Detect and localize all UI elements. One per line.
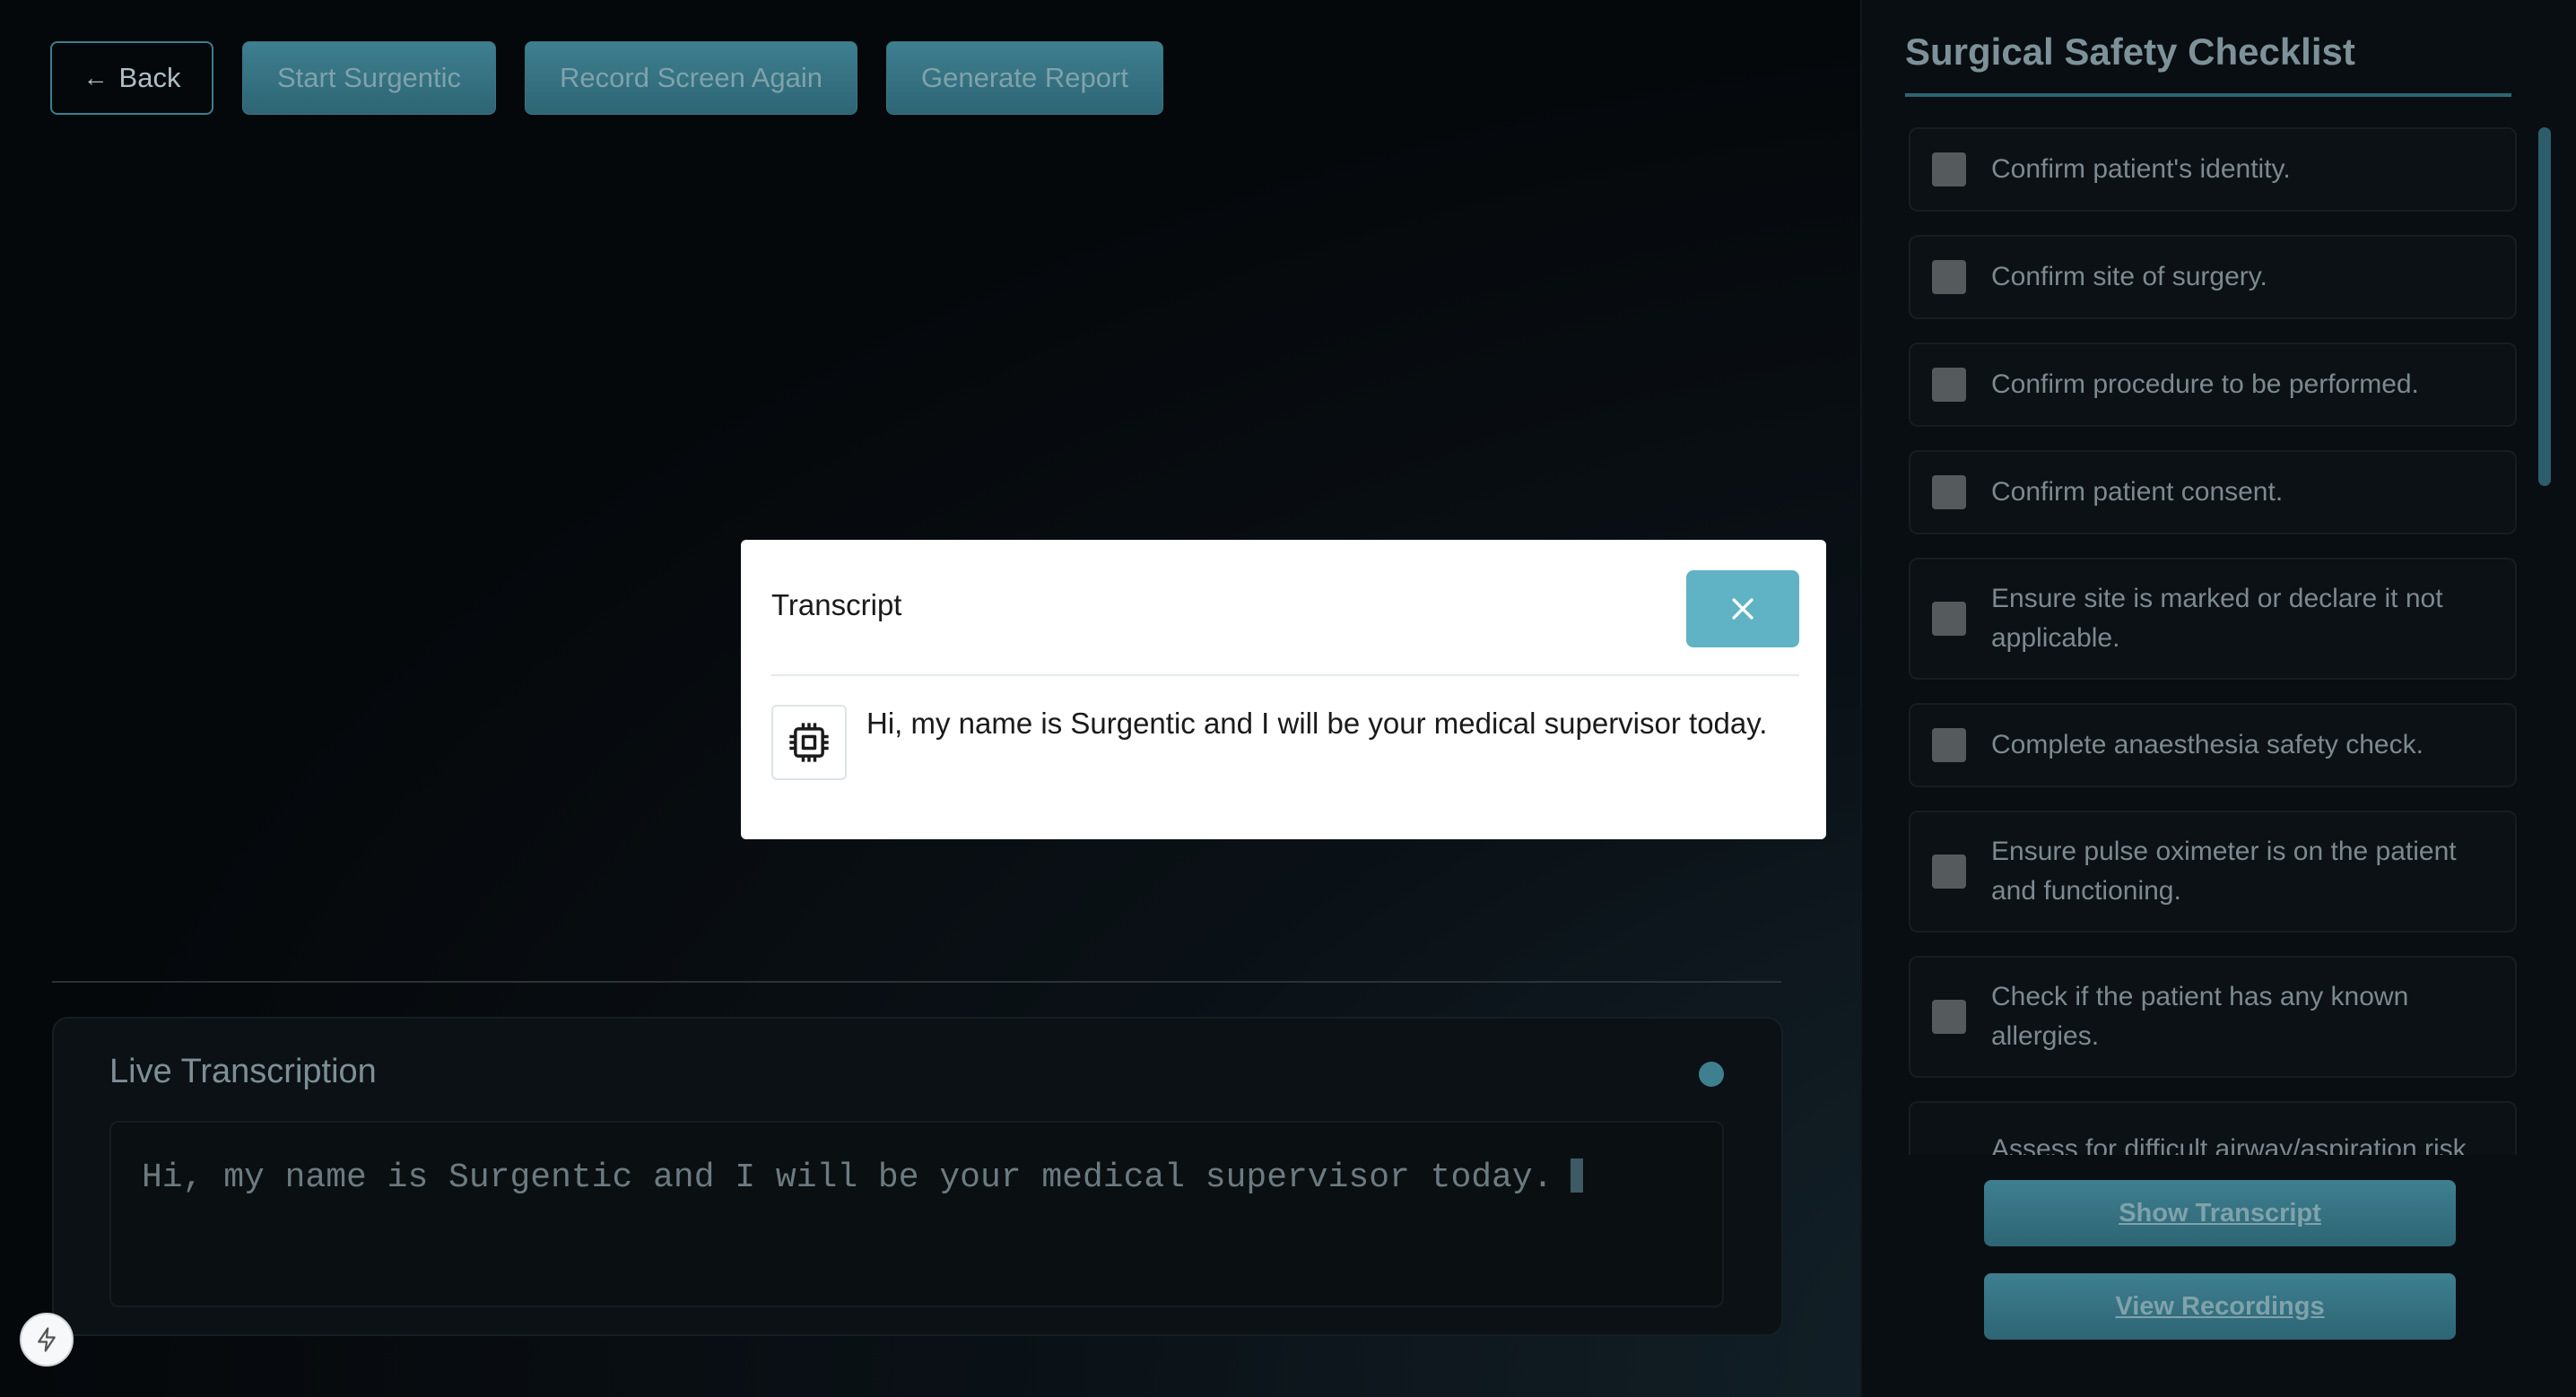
arrow-left-icon: ← <box>83 64 109 91</box>
checklist-checkbox[interactable] <box>1932 855 1966 889</box>
text-cursor <box>1571 1158 1584 1193</box>
checklist-scrollbar-thumb[interactable] <box>2538 127 2551 486</box>
app-window: ← Back Start Surgentic Record Screen Aga… <box>0 0 2576 1397</box>
checklist-item-label: Complete anaesthesia safety check. <box>1991 730 2424 759</box>
modal-close-button[interactable] <box>1686 570 1799 647</box>
checklist-title: Surgical Safety Checklist <box>1905 30 2355 73</box>
checklist-checkbox[interactable] <box>1932 368 1966 402</box>
checklist-item-label: Check if the patient has any known aller… <box>1991 982 2409 1051</box>
modal-divider <box>771 674 1799 676</box>
close-icon <box>1732 598 1754 620</box>
live-transcription-title: Live Transcription <box>109 1053 377 1090</box>
checklist-item[interactable]: Confirm patient consent. <box>1909 450 2517 534</box>
assistant-avatar <box>771 705 847 780</box>
checklist-checkbox[interactable] <box>1932 728 1966 762</box>
checklist-item-label: Ensure pulse oximeter is on the patient … <box>1991 837 2457 906</box>
checklist-item-label: Ensure site is marked or declare it not … <box>1991 584 2443 653</box>
recording-status-dot <box>1699 1062 1724 1087</box>
generate-report-button[interactable]: Generate Report <box>886 41 1163 115</box>
checklist-sidebar: Surgical Safety Checklist Confirm patien… <box>1860 0 2576 1397</box>
checklist-item[interactable]: Confirm procedure to be performed. <box>1909 343 2517 427</box>
checklist-checkbox[interactable] <box>1932 260 1966 294</box>
checklist-checkbox[interactable] <box>1932 152 1966 187</box>
checklist-item-label: Confirm procedure to be performed. <box>1991 369 2419 399</box>
checklist-item-label: Assess for difficult airway/aspiration r… <box>1991 1134 2467 1155</box>
live-transcription-text: Hi, my name is Surgentic and I will be y… <box>142 1158 1553 1197</box>
back-button[interactable]: ← Back <box>50 41 213 115</box>
checklist-item[interactable]: Ensure pulse oximeter is on the patient … <box>1909 811 2517 933</box>
show-transcript-button[interactable]: Show Transcript <box>1984 1180 2456 1246</box>
checklist-item[interactable]: Complete anaesthesia safety check. <box>1909 703 2517 787</box>
back-button-label: Back <box>118 62 181 93</box>
cpu-chip-icon <box>789 723 829 762</box>
transcript-message: Hi, my name is Surgentic and I will be y… <box>866 707 1768 740</box>
live-transcription-text-line: Hi, my name is Surgentic and I will be y… <box>142 1158 1584 1197</box>
live-transcription-panel: Live Transcription Hi, my name is Surgen… <box>52 1017 1783 1336</box>
transcript-modal: Transcript Hi, my name is Surgentic and … <box>741 540 1826 839</box>
checklist-item[interactable]: Check if the patient has any known aller… <box>1909 956 2517 1078</box>
live-transcription-box[interactable]: Hi, my name is Surgentic and I will be y… <box>109 1121 1724 1307</box>
checklist-item[interactable]: Confirm site of surgery. <box>1909 235 2517 319</box>
checklist-checkbox[interactable] <box>1932 602 1966 636</box>
checklist-item[interactable]: Confirm patient's identity. <box>1909 127 2517 212</box>
checklist-title-underline <box>1905 93 2511 97</box>
record-screen-button[interactable]: Record Screen Again <box>525 41 858 115</box>
modal-title: Transcript <box>771 588 902 621</box>
checklist-checkbox[interactable] <box>1932 475 1966 509</box>
checklist-item-label: Confirm patient consent. <box>1991 477 2284 507</box>
bolt-icon-button[interactable] <box>20 1313 74 1367</box>
checklist-item-label: Confirm patient's identity. <box>1991 154 2291 184</box>
start-surgentic-button[interactable]: Start Surgentic <box>242 41 497 115</box>
section-divider <box>52 981 1781 983</box>
checklist-item-label: Confirm site of surgery. <box>1991 262 2267 291</box>
checklist-list[interactable]: Confirm patient's identity. Confirm site… <box>1909 127 2517 1155</box>
checklist-checkbox[interactable] <box>1932 1000 1966 1034</box>
view-recordings-button[interactable]: View Recordings <box>1984 1273 2456 1340</box>
bolt-icon <box>38 1327 56 1352</box>
checklist-item[interactable]: Assess for difficult airway/aspiration r… <box>1909 1101 2517 1155</box>
toolbar: ← Back Start Surgentic Record Screen Aga… <box>50 41 1163 115</box>
checklist-item[interactable]: Ensure site is marked or declare it not … <box>1909 558 2517 680</box>
